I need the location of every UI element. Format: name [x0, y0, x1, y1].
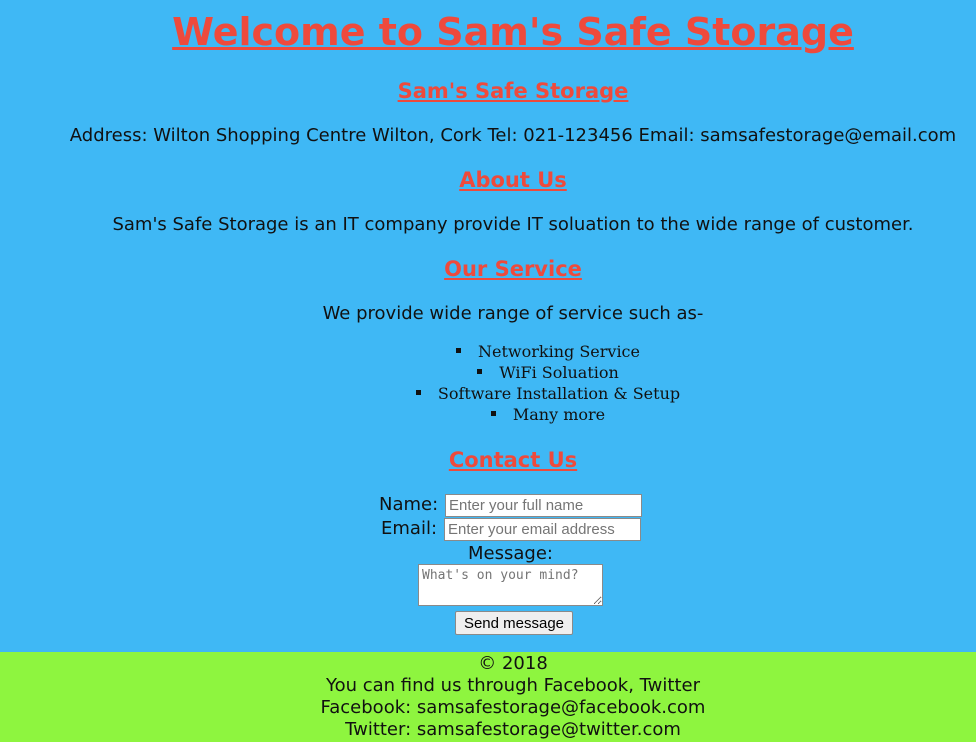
- main-content: Welcome to Sam's Safe Storage Sam's Safe…: [0, 0, 976, 652]
- contact-heading: Contact Us: [448, 448, 578, 472]
- name-label: Name:: [379, 494, 439, 515]
- service-intro: We provide wide range of service such as…: [322, 303, 704, 324]
- service-item: Networking Service: [388, 341, 708, 362]
- email-field[interactable]: [444, 518, 641, 541]
- service-item: WiFi Soluation: [388, 362, 708, 383]
- service-item: Software Installation & Setup: [388, 383, 708, 404]
- message-label: Message:: [468, 543, 553, 564]
- name-field[interactable]: [445, 494, 642, 517]
- service-list: Networking Service WiFi Soluation Softwa…: [388, 341, 708, 425]
- message-field[interactable]: [418, 564, 603, 606]
- company-heading: Sam's Safe Storage: [397, 79, 629, 103]
- footer-content: © 2018 You can find us through Facebook,…: [50, 653, 976, 741]
- facebook-contact: Facebook: samsafestorage@facebook.com: [320, 697, 706, 718]
- social-text: You can find us through Facebook, Twitte…: [325, 675, 700, 696]
- copyright-text: © 2018: [478, 653, 548, 674]
- twitter-contact: Twitter: samsafestorage@twitter.com: [345, 719, 681, 740]
- address-line: Address: Wilton Shopping Centre Wilton, …: [69, 125, 957, 146]
- service-item: Many more: [388, 404, 708, 425]
- send-message-button[interactable]: Send message: [455, 611, 573, 635]
- about-text: Sam's Safe Storage is an IT company prov…: [112, 214, 914, 235]
- footer: © 2018 You can find us through Facebook,…: [0, 652, 976, 742]
- page-title: Welcome to Sam's Safe Storage: [172, 10, 854, 54]
- service-heading: Our Service: [444, 257, 582, 281]
- email-label: Email:: [381, 518, 438, 539]
- about-heading: About Us: [459, 168, 567, 192]
